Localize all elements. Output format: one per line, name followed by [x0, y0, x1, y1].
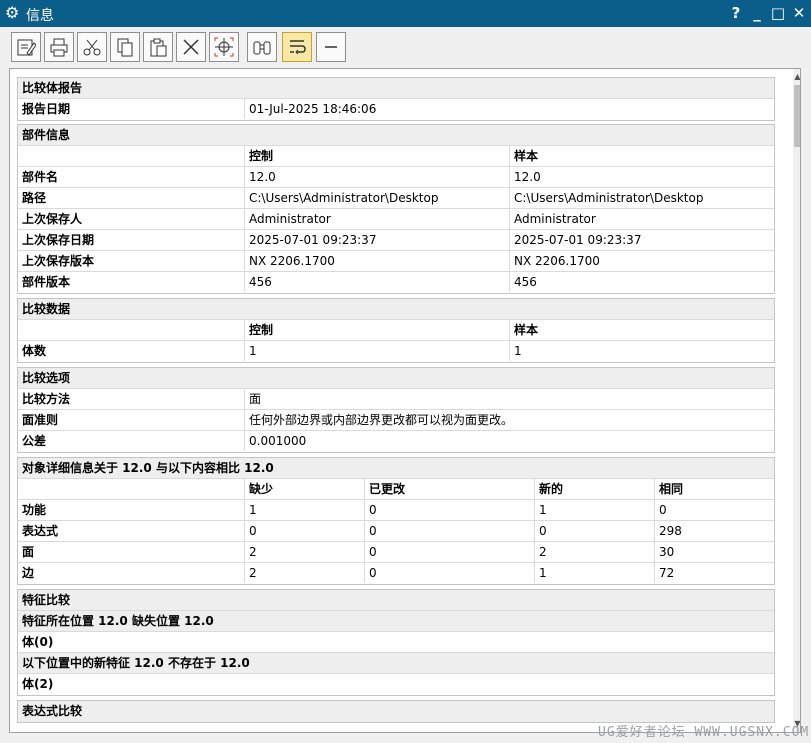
table-row: 体数 1 1	[18, 341, 774, 362]
section-header: 部件信息	[18, 125, 774, 146]
collapse-button[interactable]	[316, 32, 346, 62]
table-row: 比较方法 面	[18, 389, 774, 410]
scissors-icon	[83, 39, 101, 56]
vertical-scrollbar[interactable]: ▲ ▼	[793, 69, 800, 732]
table-row: 表达式 0 0 0 298	[18, 521, 774, 542]
close-button[interactable]: ✕	[789, 2, 809, 24]
table-row: 部件名 12.0 12.0	[18, 167, 774, 188]
section-header: 特征比较	[18, 590, 774, 611]
table-header-row: 缺少 已更改 新的 相同	[18, 479, 774, 500]
copy-button[interactable]	[110, 32, 140, 62]
window-title: 信息	[26, 8, 54, 24]
info-content[interactable]: 比较体报告 报告日期 01-Jul-2025 18:46:06 部件信息 控制 …	[9, 68, 801, 733]
watermark: UG爱好者论坛 WWW.UGSNX.COM	[598, 725, 810, 740]
table-row: 部件版本 456 456	[18, 272, 774, 293]
table-header-row: 控制 样本	[18, 146, 774, 167]
crosshair-icon	[214, 37, 234, 57]
binoculars-icon	[253, 41, 271, 55]
table-row: 功能 1 0 1 0	[18, 500, 774, 521]
table-row: 面 2 0 2 30	[18, 542, 774, 563]
section-header: 表达式比较	[18, 701, 774, 722]
compare-options-panel: 比较选项 比较方法 面 面准则 任何外部边界或内部边界更改都可以视为面更改。 公…	[17, 367, 775, 453]
select-target-button[interactable]	[209, 32, 239, 62]
minus-icon	[325, 46, 337, 48]
section-header: 比较数据	[18, 299, 774, 320]
object-details-panel: 对象详细信息关于 12.0 与以下内容相比 12.0 缺少 已更改 新的 相同 …	[17, 457, 775, 585]
gear-icon[interactable]: ⚙	[5, 3, 19, 22]
wrap-icon	[290, 40, 306, 55]
table-row: 上次保存日期 2025-07-01 09:23:37 2025-07-01 09…	[18, 230, 774, 251]
table-row: 报告日期 01-Jul-2025 18:46:06	[18, 99, 774, 120]
subsection-header: 以下位置中的新特征 12.0 不存在于 12.0	[18, 653, 774, 674]
title-bar: ⚙ 信息 ? _ □ ✕	[0, 0, 811, 27]
table-row: 上次保存人 Administrator Administrator	[18, 209, 774, 230]
find-button[interactable]	[247, 32, 277, 62]
cut-button[interactable]	[77, 32, 107, 62]
section-header: 比较体报告	[18, 78, 774, 99]
delete-button[interactable]	[176, 32, 206, 62]
minimize-button[interactable]: _	[747, 2, 767, 24]
scroll-thumb[interactable]	[794, 85, 800, 147]
table-row: 路径 C:\Users\Administrator\Desktop C:\Use…	[18, 188, 774, 209]
help-button[interactable]: ?	[726, 2, 746, 24]
table-row: 边 2 0 1 72	[18, 563, 774, 584]
section-header: 比较选项	[18, 368, 774, 389]
list-item: 体(2)	[22, 677, 54, 691]
scroll-up-arrow[interactable]: ▲	[793, 71, 800, 83]
wrap-text-button[interactable]	[282, 32, 312, 62]
section-header: 对象详细信息关于 12.0 与以下内容相比 12.0	[18, 458, 774, 479]
report-panel: 比较体报告 报告日期 01-Jul-2025 18:46:06	[17, 77, 775, 121]
part-info-panel: 部件信息 控制 样本 部件名 12.0 12.0 路径 C:\Users\Adm…	[17, 124, 775, 294]
subsection-header: 特征所在位置 12.0 缺失位置 12.0	[18, 611, 774, 632]
table-row: 面准则 任何外部边界或内部边界更改都可以视为面更改。	[18, 410, 774, 431]
feature-compare-panel: 特征比较 特征所在位置 12.0 缺失位置 12.0 体(0) 以下位置中的新特…	[17, 589, 775, 696]
paste-icon	[150, 38, 167, 57]
maximize-button[interactable]: □	[768, 2, 788, 24]
print-button[interactable]	[44, 32, 74, 62]
compare-data-panel: 比较数据 控制 样本 体数 1 1	[17, 298, 775, 363]
save-edit-icon	[17, 39, 36, 56]
table-row: 上次保存版本 NX 2206.1700 NX 2206.1700	[18, 251, 774, 272]
save-edit-button[interactable]	[11, 32, 41, 62]
toolbar	[0, 27, 811, 68]
printer-icon	[50, 38, 68, 57]
table-row: 公差 0.001000	[18, 431, 774, 452]
expression-compare-panel: 表达式比较	[17, 700, 775, 723]
paste-button[interactable]	[143, 32, 173, 62]
copy-icon	[117, 38, 133, 57]
x-icon	[183, 39, 199, 55]
list-item: 体(0)	[18, 632, 774, 653]
table-header-row: 控制 样本	[18, 320, 774, 341]
